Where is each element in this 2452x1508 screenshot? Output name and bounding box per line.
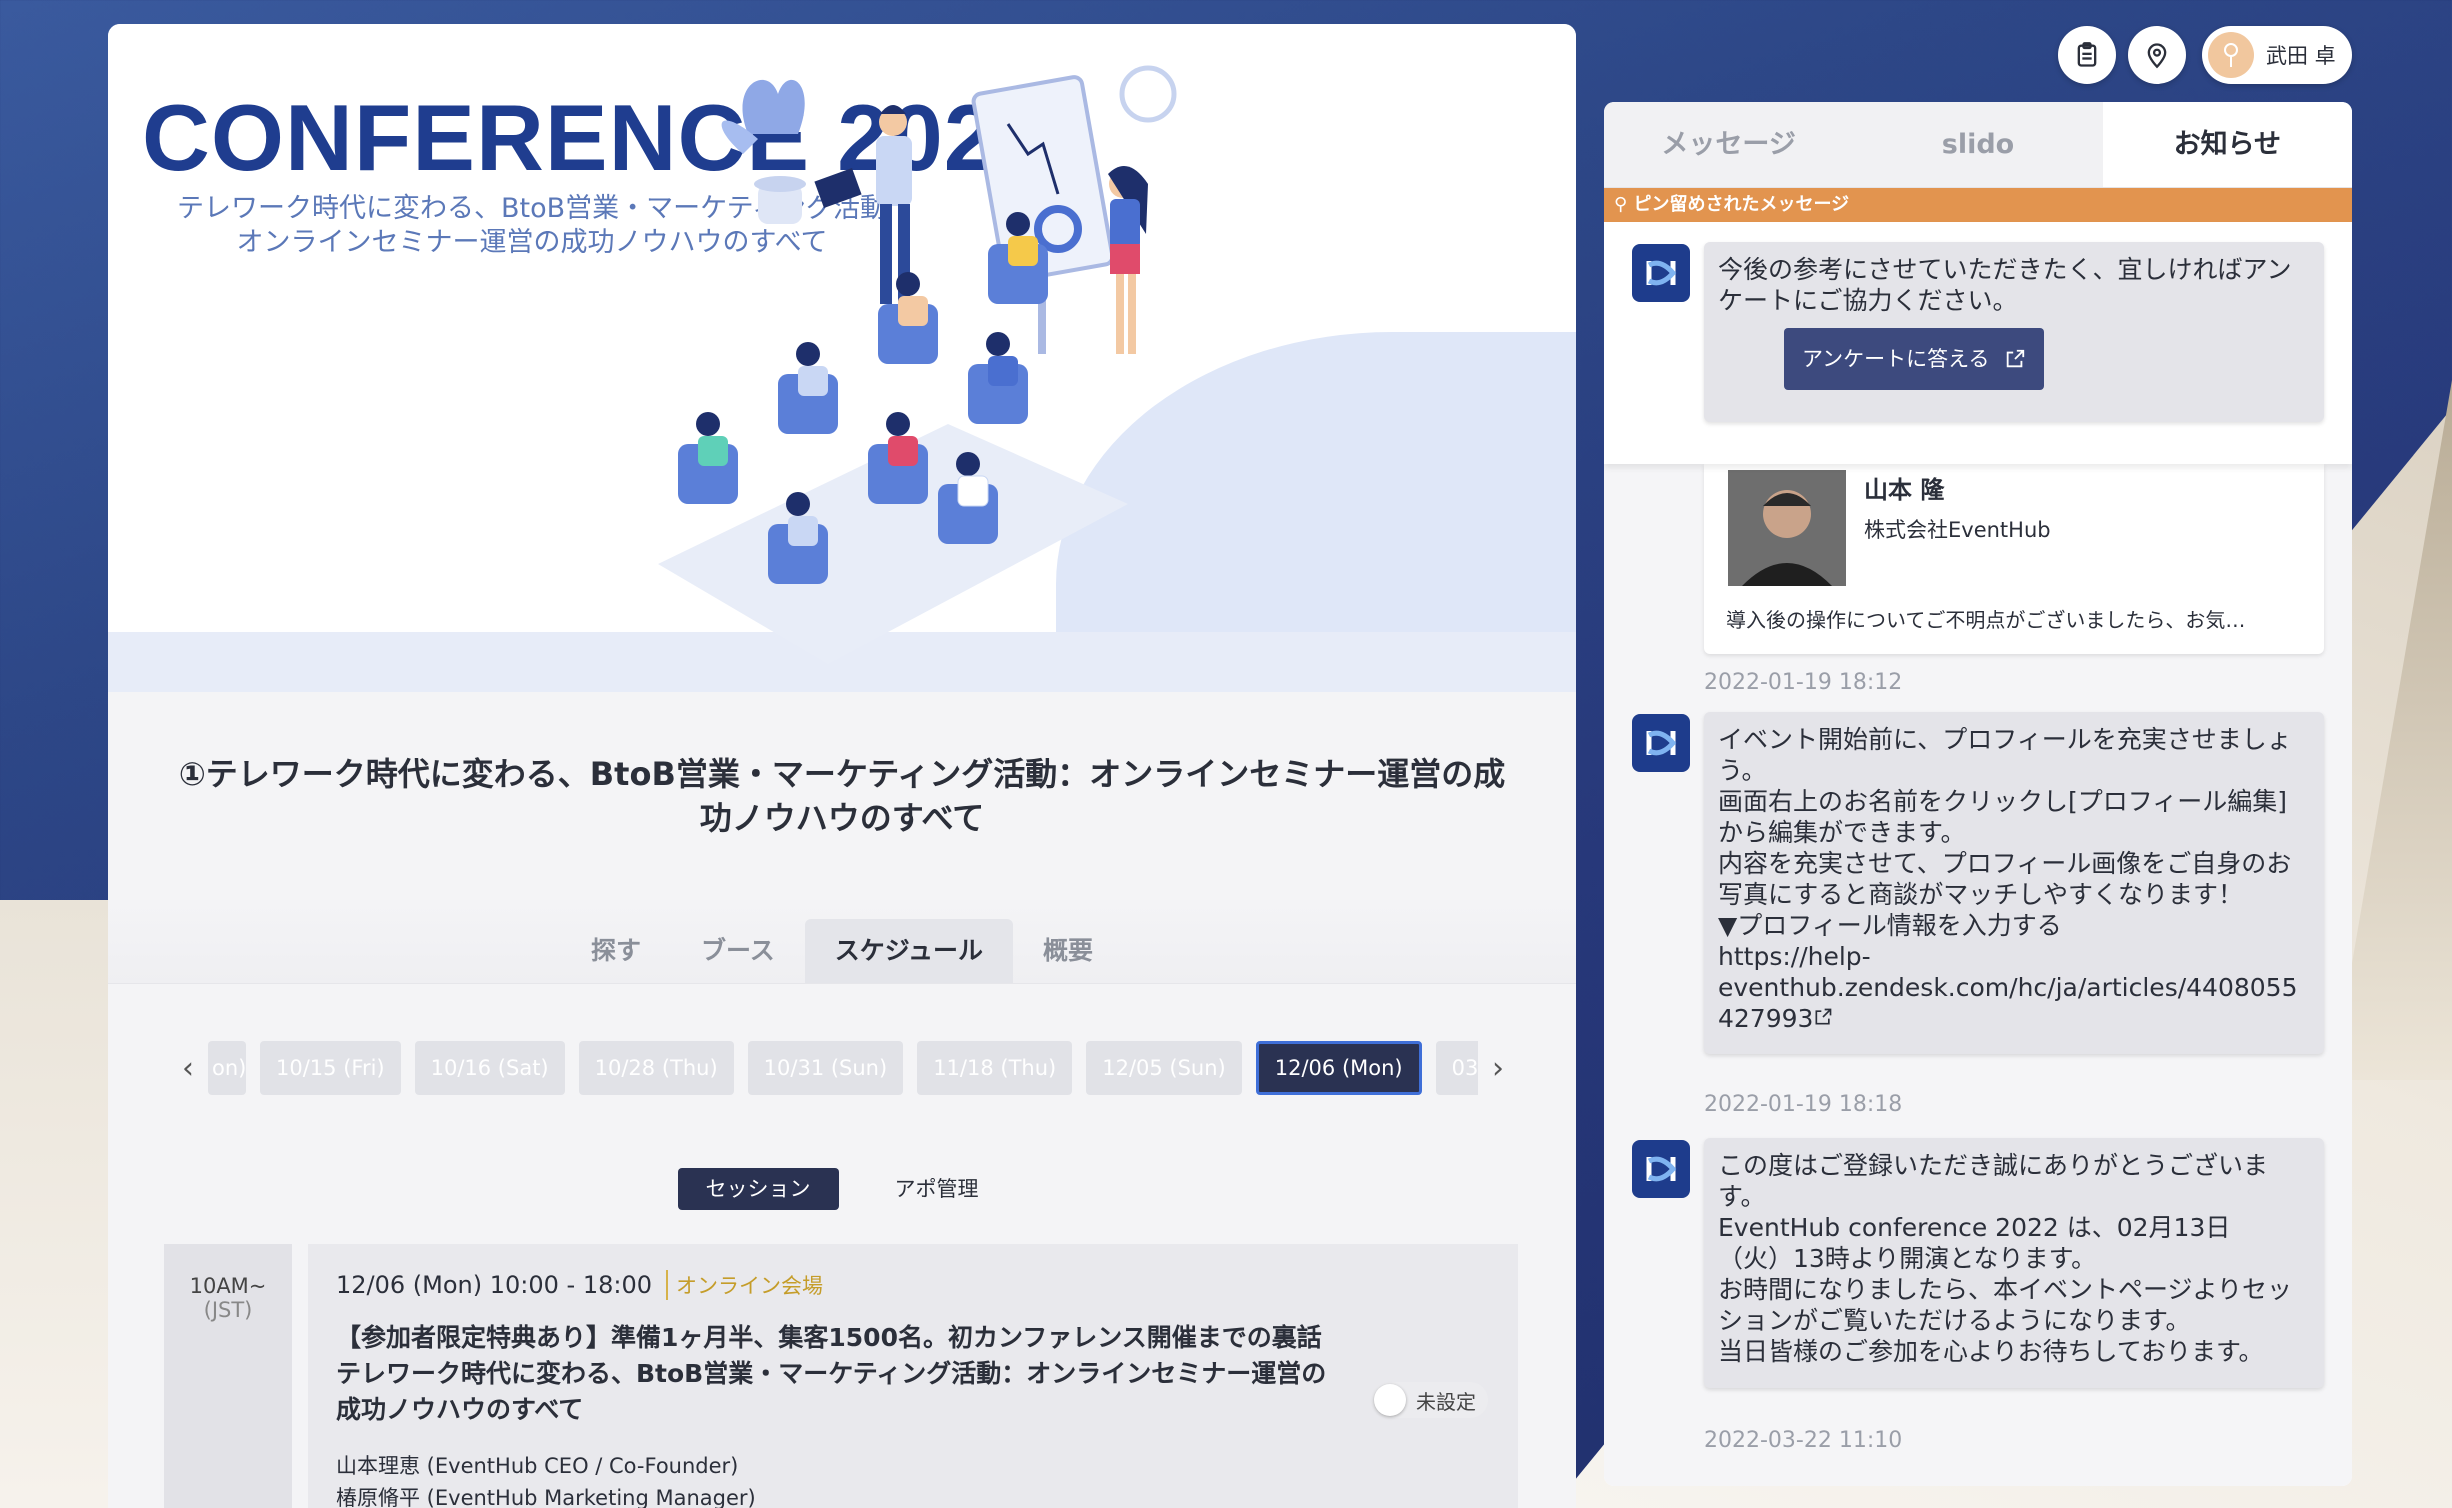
profile-help-link[interactable]: https://help- eventhub.zendesk.com/hc/ja… — [1718, 941, 2310, 1034]
pinned-message: 今後の参考にさせていただきたく、宜しければアンケートにご協力ください。 アンケー… — [1604, 222, 2352, 464]
board-illustration — [971, 75, 1115, 354]
toggle-knob — [1374, 1384, 1406, 1416]
event-banner: CONFERENCE 2022 テレワーク時代に変わる、BtoB営業・マーケティ… — [108, 24, 1576, 692]
eventhub-logo-icon — [1632, 1140, 1690, 1198]
session-speakers: 山本理恵 (EventHub CEO / Co-Founder) 椿原脩平 (E… — [336, 1450, 1490, 1508]
user-name: 武田 卓 — [2266, 44, 2336, 68]
tab-booth[interactable]: ブース — [671, 919, 805, 983]
message-line: す。 — [1718, 1182, 1766, 1211]
link-text: https://help- — [1718, 942, 1871, 971]
clock-illustration — [1119, 65, 1177, 123]
contact-company: 株式会社EventHub — [1864, 518, 2051, 542]
event-tabs: 探す ブース スケジュール 概要 — [108, 900, 1576, 984]
answer-survey-button[interactable]: アンケートに答える — [1784, 328, 2044, 390]
session-title-line1: 【参加者限定特典あり】準備1ヶ月半、集客1500名。初カンファレンス開催までの裏… — [336, 1323, 1322, 1352]
date-chip[interactable]: on) — [208, 1041, 246, 1095]
tab-messages[interactable]: メッセージ — [1604, 102, 1854, 187]
tab-schedule[interactable]: スケジュール — [804, 919, 1014, 983]
woman-illustration — [1108, 166, 1148, 354]
avatar — [2208, 32, 2254, 78]
date-chip[interactable]: 10/28 (Thu) — [578, 1041, 734, 1095]
tab-announcements[interactable]: お知らせ — [2102, 102, 2352, 187]
presenter-illustration — [814, 105, 912, 304]
contact-card[interactable]: 山本 隆 株式会社EventHub 導入後の操作についてご不明点がございましたら… — [1704, 464, 2324, 654]
message-line: ▼プロフィール情報を入力する — [1718, 911, 2062, 940]
contact-note: 導入後の操作についてご不明点がございましたら、お気… — [1726, 608, 2246, 632]
toggle-label: 未設定 — [1416, 1389, 1476, 1414]
eventhub-logo-icon — [1632, 714, 1690, 772]
attendance-toggle[interactable]: 未設定 — [1372, 1382, 1488, 1418]
message-line: （火）13時より開演となります。 — [1718, 1244, 2097, 1273]
contact-photo — [1728, 470, 1846, 586]
schedule-subtabs: セッション アポ管理 — [108, 1168, 1576, 1210]
pinned-label: ピン留めされたメッセージ — [1633, 194, 1850, 215]
external-link-icon — [2006, 349, 2024, 368]
plant-illustration — [721, 79, 806, 224]
date-chip-selected[interactable]: 12/06 (Mon) — [1255, 1041, 1422, 1095]
message-timestamp: 2022-03-22 11:10 — [1704, 1428, 1903, 1453]
session-timezone: (JST) — [203, 1298, 253, 1322]
date-chip[interactable]: 10/15 (Fri) — [260, 1041, 401, 1095]
session-title-line2: テレワーク時代に変わる、BtoB営業・マーケティング活動：オンラインセミナー運営… — [336, 1359, 1327, 1388]
message-line: イベント開始前に、プロフィールを充実させましょ — [1718, 725, 2292, 754]
session-time: 10AM~ — [189, 1274, 267, 1298]
message-bubble: この度はご登録いただき誠にありがとうございま す。 EventHub confe… — [1704, 1138, 2324, 1388]
survey-button-label: アンケートに答える — [1802, 347, 1990, 371]
message-feed: 山本 隆 株式会社EventHub 導入後の操作についてご不明点がございましたら… — [1604, 464, 2352, 1486]
pin-icon: ⚲ — [1614, 194, 1634, 215]
message-bubble: イベント開始前に、プロフィールを充実させましょ う。 画面右上のお名前をクリック… — [1704, 712, 2324, 1054]
panel-tabs: メッセージ slido お知らせ — [1604, 102, 2352, 188]
tab-overview[interactable]: 概要 — [1013, 919, 1123, 983]
pinned-message-bar: ⚲ ピン留めされたメッセージ — [1604, 188, 2352, 222]
date-chip[interactable]: 10/31 (Sun) — [747, 1041, 904, 1095]
message-line: から編集ができます。 — [1718, 818, 1966, 847]
date-chip[interactable]: 03/17 (Thu) — [1435, 1041, 1478, 1095]
session-venue: オンライン会場 — [666, 1270, 823, 1300]
message-timestamp: 2022-01-19 18:18 — [1704, 1092, 1903, 1117]
message-line: ションがご覧いただけるようになります。 — [1718, 1306, 2191, 1335]
message-line: う。 — [1718, 756, 1767, 785]
notification-panel: メッセージ slido お知らせ ⚲ ピン留めされたメッセージ 今後の参考にさせ… — [1604, 102, 2352, 1486]
clipboard-icon[interactable] — [2058, 26, 2116, 84]
date-list: on) 10/15 (Fri) 10/16 (Sat) 10/28 (Thu) … — [208, 1041, 1478, 1095]
date-chip[interactable]: 11/18 (Thu) — [917, 1041, 1073, 1095]
message-timestamp: 2022-01-19 18:12 — [1704, 670, 1903, 695]
date-chip[interactable]: 12/05 (Sun) — [1086, 1041, 1242, 1095]
eventhub-logo-icon — [1632, 244, 1690, 302]
link-text: eventhub.zendesk.com/hc/ja/articles/4408… — [1718, 973, 2298, 1002]
chevron-left-icon[interactable]: ‹ — [168, 1051, 208, 1086]
tab-slido[interactable]: slido — [1853, 102, 2103, 187]
user-menu[interactable]: 武田 卓 — [2202, 26, 2352, 84]
session-meta: 12/06 (Mon) 10:00 - 18:00 オンライン会場 — [336, 1270, 1490, 1300]
message-line: 写真にすると商談がマッチしやすくなります！ — [1718, 880, 2244, 909]
message-line: EventHub conference 2022 は、02月13日 — [1718, 1213, 2231, 1242]
pinned-message-text: 今後の参考にさせていただきたく、宜しければアンケートにご協力ください。 — [1718, 255, 2292, 315]
external-link-icon — [1815, 1008, 1832, 1025]
message-line: 当日皆様のご参加を心よりお待ちしております。 — [1718, 1337, 2264, 1366]
contact-name: 山本 隆 — [1864, 476, 1945, 504]
date-navigation: ‹ on) 10/15 (Fri) 10/16 (Sat) 10/28 (Thu… — [168, 1040, 1528, 1096]
session-datetime: 12/06 (Mon) 10:00 - 18:00 — [336, 1271, 652, 1299]
date-chip[interactable]: 10/16 (Sat) — [414, 1041, 565, 1095]
speaker: 椿原脩平 (EventHub Marketing Manager) — [336, 1486, 756, 1508]
conference-illustration — [658, 65, 1177, 664]
event-main-card: CONFERENCE 2022 テレワーク時代に変わる、BtoB営業・マーケティ… — [108, 24, 1576, 1508]
event-title: ①テレワーク時代に変わる、BtoB営業・マーケティング活動：オンラインセミナー運… — [178, 755, 1506, 837]
subtab-session[interactable]: セッション — [677, 1168, 839, 1210]
session-title: 【参加者限定特典あり】準備1ヶ月半、集客1500名。初カンファレンス開催までの裏… — [336, 1320, 1346, 1428]
message-line: お時間になりましたら、本イベントページよりセッ — [1718, 1275, 2293, 1304]
message-line: この度はご登録いただき誠にありがとうございま — [1718, 1151, 2269, 1180]
tab-search[interactable]: 探す — [561, 919, 671, 983]
message-line: 内容を充実させて、プロフィール画像をご自身のお — [1718, 849, 2292, 878]
message-line: 画面右上のお名前をクリックし[プロフィール編集] — [1718, 787, 2288, 816]
user-avatar-icon — [2224, 43, 2238, 67]
link-text: 427993 — [1718, 1004, 1814, 1033]
speaker: 山本理恵 (EventHub CEO / Co-Founder) — [336, 1454, 739, 1478]
subtab-appointment[interactable]: アポ管理 — [867, 1168, 1007, 1210]
chevron-right-icon[interactable]: › — [1478, 1051, 1518, 1086]
location-pin-icon[interactable] — [2128, 26, 2186, 84]
session-time-column: 10AM~ (JST) — [164, 1244, 292, 1508]
session-title-line3: 成功ノウハウのすべて — [336, 1395, 584, 1424]
session-card[interactable]: 12/06 (Mon) 10:00 - 18:00 オンライン会場 【参加者限定… — [308, 1244, 1518, 1508]
